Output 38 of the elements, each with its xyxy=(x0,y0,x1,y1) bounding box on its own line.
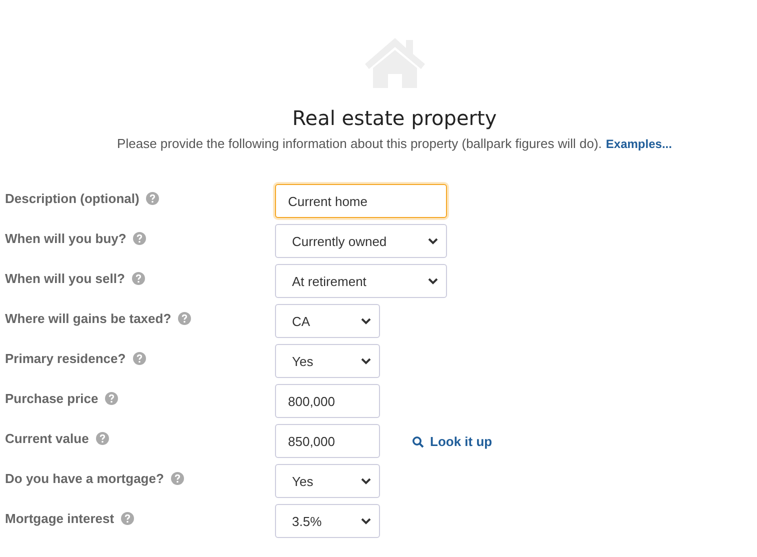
chevron-icon xyxy=(361,318,371,324)
dropdown[interactable]: Currently owned xyxy=(275,224,447,258)
help-icon xyxy=(170,472,184,485)
field-label: When will you buy? xyxy=(5,231,126,246)
dropdown[interactable]: Yes xyxy=(275,344,380,378)
help-icon xyxy=(133,232,146,245)
dropdown[interactable]: At retirement xyxy=(275,264,447,298)
dropdown[interactable]: 3.5% xyxy=(275,504,380,538)
dropdown[interactable]: Yes xyxy=(275,464,380,498)
chevron-icon xyxy=(428,238,438,244)
field-label: Where will gains be taxed? xyxy=(5,311,172,326)
chevron-icon xyxy=(428,278,438,284)
text-field[interactable]: 850,000 xyxy=(275,424,380,458)
help-icon xyxy=(132,352,146,365)
look-up-link[interactable]: Look it up xyxy=(412,434,492,449)
text-field[interactable]: 800,000 xyxy=(275,384,380,418)
intro-text: Please provide the following information about this property (ballpark figures will do). xyxy=(117,136,602,151)
help-icon xyxy=(96,432,109,445)
help-icon xyxy=(178,312,192,325)
help-icon xyxy=(146,192,160,205)
help-icon xyxy=(132,272,145,285)
examples-link[interactable]: Examples... xyxy=(606,137,672,151)
dropdown[interactable]: CA xyxy=(275,304,380,338)
field-label: Description (optional) xyxy=(5,191,140,206)
chevron-icon xyxy=(361,518,371,524)
field-label: Do you have a mortgage? xyxy=(5,471,164,486)
field-label: Purchase price xyxy=(5,391,98,406)
field-label: Primary residence? xyxy=(5,351,126,366)
field-label: Current value xyxy=(5,431,89,446)
chevron-icon xyxy=(361,358,371,364)
field-label: Mortgage interest xyxy=(5,511,114,526)
chevron-icon xyxy=(361,478,371,484)
help-icon xyxy=(105,392,118,405)
help-icon xyxy=(121,512,134,525)
page-title: Real estate property xyxy=(292,106,497,130)
field-label: When will you sell? xyxy=(5,271,125,286)
search-icon xyxy=(412,436,424,448)
text-field[interactable]: Current home xyxy=(275,184,447,218)
